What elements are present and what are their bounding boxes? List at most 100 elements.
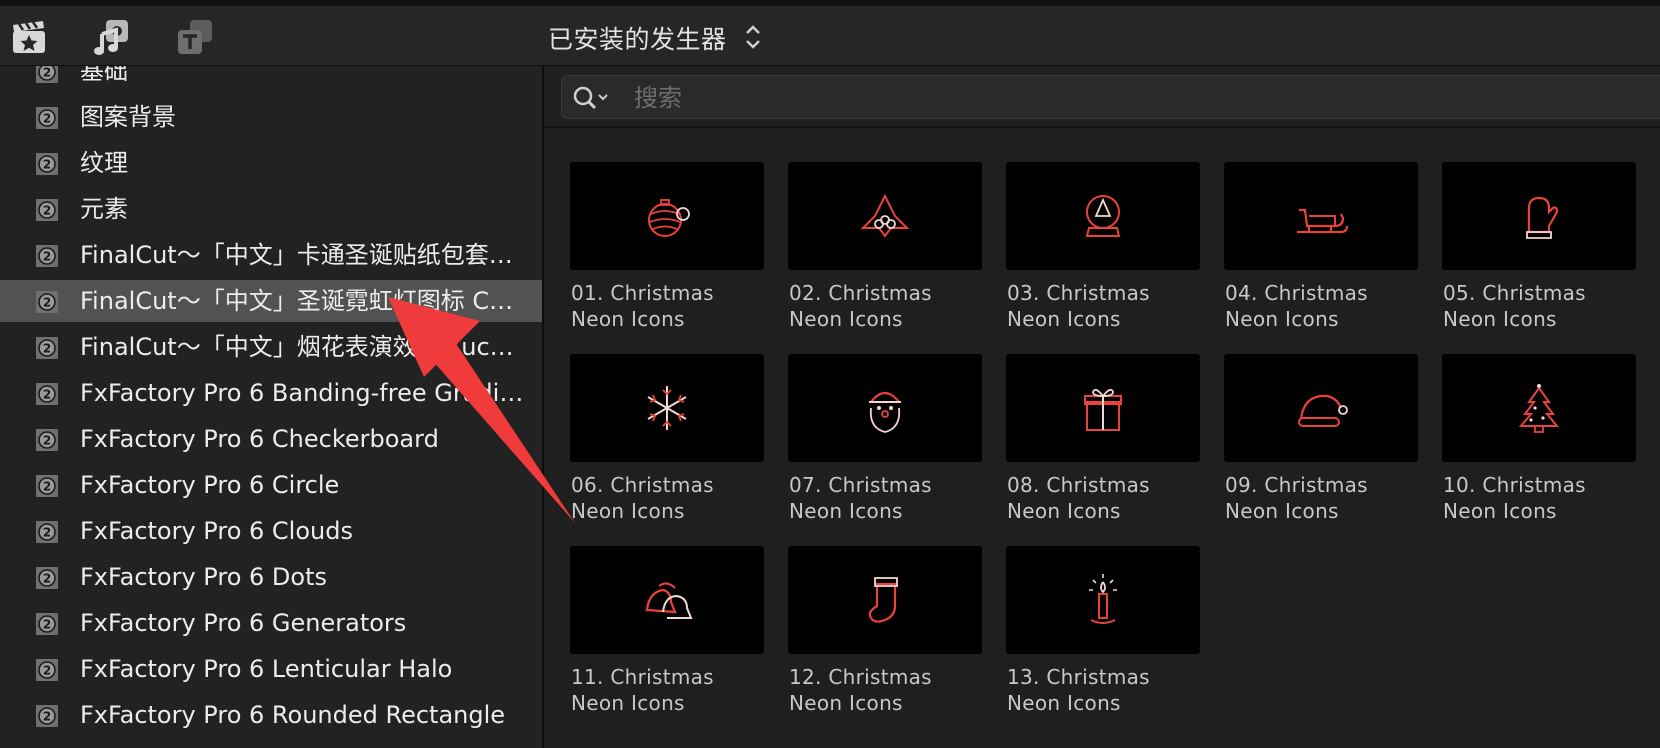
generator-folder-icon: 2 [33, 150, 61, 178]
sidebar-item[interactable]: 2 基础 [0, 66, 542, 92]
up-down-chevron-icon[interactable] [744, 22, 762, 52]
generator-thumbnail[interactable] [570, 546, 764, 654]
search-bar[interactable] [561, 75, 1660, 119]
svg-text:2: 2 [43, 572, 51, 586]
generator-thumbnail[interactable] [788, 354, 982, 462]
svg-text:2: 2 [43, 204, 51, 218]
generator-tile[interactable]: 02. Christmas Neon Icons [788, 162, 982, 342]
generator-tile[interactable]: 06. Christmas Neon Icons [570, 354, 764, 534]
generator-title-line1: 05. Christmas [1443, 281, 1586, 305]
sidebar-item[interactable]: 2 FinalCut～「中文」卡通圣诞贴纸包套… [0, 234, 542, 276]
generator-title: 06. Christmas Neon Icons [571, 472, 771, 524]
generator-thumbnail[interactable] [788, 162, 982, 270]
generator-title: 13. Christmas Neon Icons [1007, 664, 1207, 716]
photos-music-icon[interactable] [92, 18, 130, 56]
generator-thumbnail[interactable] [1224, 162, 1418, 270]
sidebar-item-label: FxFactory Pro 6 Generators [80, 609, 407, 637]
generator-folder-icon: 2 [33, 196, 61, 224]
clapper-star-icon[interactable] [10, 18, 48, 56]
browser-title[interactable]: 已安装的发生器 [548, 20, 727, 56]
generator-thumbnail[interactable] [1006, 546, 1200, 654]
generator-title-line2: Neon Icons [789, 307, 903, 331]
sidebar-item[interactable]: 2 图案背景 [0, 96, 542, 138]
generators-browser: 01. Christmas Neon Icons 02. Christmas N… [544, 66, 1660, 748]
generator-folder-icon: 2 [33, 564, 61, 592]
generator-tile[interactable]: 05. Christmas Neon Icons [1442, 162, 1636, 342]
sidebar-item-label: 元素 [80, 195, 128, 223]
sidebar-item[interactable]: 2 FxFactory Pro 6 Generators [0, 602, 542, 644]
generator-tile[interactable]: 07. Christmas Neon Icons [788, 354, 982, 534]
titles-icon[interactable] [176, 18, 214, 56]
svg-text:2: 2 [43, 710, 51, 724]
svg-text:2: 2 [43, 434, 51, 448]
generator-title-line1: 07. Christmas [789, 473, 932, 497]
generator-thumbnail[interactable] [1442, 354, 1636, 462]
generator-tile[interactable]: 08. Christmas Neon Icons [1006, 354, 1200, 534]
svg-text:2: 2 [43, 388, 51, 402]
svg-text:2: 2 [43, 664, 51, 678]
santa-icon [869, 391, 901, 433]
generator-title-line2: Neon Icons [1007, 307, 1121, 331]
generator-tile[interactable]: 09. Christmas Neon Icons [1224, 354, 1418, 534]
sidebar-item[interactable]: 2 FxFactory Pro 6 Banding-free Gradi… [0, 372, 542, 414]
generator-title-line2: Neon Icons [1007, 499, 1121, 523]
sidebar-item[interactable]: 2 FxFactory Pro 6 Dots [0, 556, 542, 598]
search-input[interactable] [634, 82, 1234, 114]
sidebar-item[interactable]: 2 FxFactory Pro 6 Checkerboard [0, 418, 542, 460]
generator-folder-icon: 2 [33, 104, 61, 132]
generator-tile[interactable]: 03. Christmas Neon Icons [1006, 162, 1200, 342]
generator-thumbnail[interactable] [1006, 162, 1200, 270]
generator-title-line1: 04. Christmas [1225, 281, 1368, 305]
generator-thumbnail[interactable] [1006, 354, 1200, 462]
generator-thumbnail[interactable] [570, 354, 764, 462]
sidebar-item[interactable]: 2 FinalCut～「中文」圣诞霓虹灯图标 C… [0, 280, 542, 322]
generator-title-line2: Neon Icons [1443, 499, 1557, 523]
generator-folder-icon: 2 [33, 66, 61, 86]
svg-text:2: 2 [43, 480, 51, 494]
sidebar-item[interactable]: 2 FxFactory Pro 6 Clouds [0, 510, 542, 552]
sidebar-item-label: FxFactory Pro 6 Banding-free Gradi… [80, 379, 524, 407]
generator-title-line1: 01. Christmas [571, 281, 714, 305]
generator-tile[interactable]: 12. Christmas Neon Icons [788, 546, 982, 726]
sidebar-item-label: FxFactory Pro 6 Circle [80, 471, 340, 499]
bells-icon [645, 582, 693, 619]
generator-folder-icon: 2 [33, 426, 61, 454]
generator-title-line2: Neon Icons [1443, 307, 1557, 331]
svg-text:2: 2 [43, 112, 51, 126]
generator-title-line1: 13. Christmas [1007, 665, 1150, 689]
stocking-icon [868, 577, 898, 623]
svg-text:2: 2 [43, 66, 51, 80]
sidebar-item-label: FinalCut～「中文」烟花表演效果 Luc… [80, 333, 514, 361]
generator-title: 10. Christmas Neon Icons [1443, 472, 1643, 524]
generator-title-line1: 11. Christmas [571, 665, 714, 689]
sidebar-item[interactable]: 2 纹理 [0, 142, 542, 184]
generator-tile[interactable]: 10. Christmas Neon Icons [1442, 354, 1636, 534]
svg-text:2: 2 [43, 250, 51, 264]
generator-title: 09. Christmas Neon Icons [1225, 472, 1425, 524]
generator-title-line1: 09. Christmas [1225, 473, 1368, 497]
gift-icon [1084, 388, 1122, 431]
sidebar-item-label: FxFactory Pro 6 Lenticular Halo [80, 655, 453, 683]
sidebar-item[interactable]: 2 FxFactory Pro 6 Circle [0, 464, 542, 506]
generator-thumbnail[interactable] [1224, 354, 1418, 462]
generator-title-line2: Neon Icons [571, 499, 685, 523]
browser-toolbar: 已安装的发生器 [0, 0, 1660, 66]
svg-text:2: 2 [43, 526, 51, 540]
sidebar-item[interactable]: 2 元素 [0, 188, 542, 230]
sidebar-item[interactable]: 2 FinalCut～「中文」烟花表演效果 Luc… [0, 326, 542, 368]
sidebar-item-label: FxFactory Pro 6 Clouds [80, 517, 353, 545]
sidebar-item[interactable]: 2 FxFactory Pro 6 Rounded Rectangle [0, 694, 542, 736]
generator-tile[interactable]: 11. Christmas Neon Icons [570, 546, 764, 726]
generator-tile[interactable]: 01. Christmas Neon Icons [570, 162, 764, 342]
generators-sidebar[interactable]: 2 基础 2 图案背景 2 纹理 2 元素 2 FinalCut～「中文」卡通圣… [0, 66, 542, 748]
sidebar-item[interactable]: 2 FxFactory Pro 6 Lenticular Halo [0, 648, 542, 690]
generator-thumbnail[interactable] [570, 162, 764, 270]
search-icon[interactable] [572, 85, 612, 111]
generator-title: 11. Christmas Neon Icons [571, 664, 771, 716]
generator-thumbnail[interactable] [788, 546, 982, 654]
holly-icon [860, 193, 910, 238]
generator-thumbnail[interactable] [1442, 162, 1636, 270]
generator-folder-icon: 2 [33, 702, 61, 730]
generator-tile[interactable]: 04. Christmas Neon Icons [1224, 162, 1418, 342]
generator-tile[interactable]: 13. Christmas Neon Icons [1006, 546, 1200, 726]
